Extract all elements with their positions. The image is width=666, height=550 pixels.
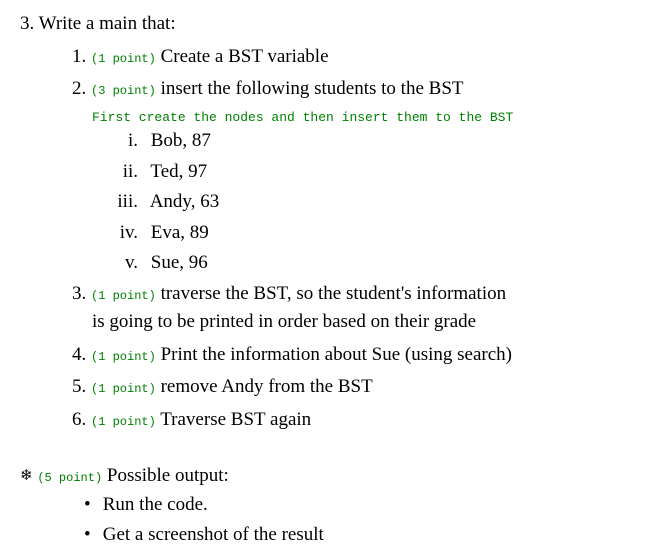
sub-item-1: 1. (1 point) Create a BST variable bbox=[72, 43, 646, 72]
points-3: (1 point) bbox=[91, 289, 156, 303]
points-4: (1 point) bbox=[91, 350, 156, 364]
sub-text-3: traverse the BST, so the student's infor… bbox=[161, 283, 507, 304]
points-1: (1 point) bbox=[91, 52, 156, 66]
sub-text-4: Print the information about Sue (using s… bbox=[161, 344, 512, 365]
sub-number-2: 2. bbox=[72, 78, 86, 99]
bullet-text-2: Get a screenshot of the result bbox=[103, 524, 324, 545]
student-text-5: Sue, 96 bbox=[151, 252, 208, 273]
bullet-1: • Run the code. bbox=[84, 491, 646, 520]
student-row-4: iv. Eva, 89 bbox=[110, 219, 646, 248]
sub-list: 1. (1 point) Create a BST variable 2. (3… bbox=[72, 43, 646, 435]
roman-marker-4: iv. bbox=[110, 219, 138, 248]
sub-number-4: 4. bbox=[72, 344, 86, 365]
student-row-2: ii. Ted, 97 bbox=[110, 158, 646, 187]
sub-number-1: 1. bbox=[72, 46, 86, 67]
student-row-3: iii. Andy, 63 bbox=[110, 188, 646, 217]
sub-text-1: Create a BST variable bbox=[161, 46, 329, 67]
gear-icon: ❄ bbox=[20, 465, 33, 488]
points-2: (3 point) bbox=[91, 84, 156, 98]
sub-text-5: remove Andy from the BST bbox=[161, 376, 373, 397]
bullet-2: • Get a screenshot of the result bbox=[84, 521, 646, 550]
roman-marker-3: iii. bbox=[110, 188, 138, 217]
sub-item-4: 4. (1 point) Print the information about… bbox=[72, 341, 646, 370]
students-list: i. Bob, 87 ii. Ted, 97 iii. Andy, 63 iv.… bbox=[110, 127, 646, 278]
sub-item-5: 5. (1 point) remove Andy from the BST bbox=[72, 373, 646, 402]
sub-number-5: 5. bbox=[72, 376, 86, 397]
main-question: 3. Write a main that: bbox=[20, 10, 646, 39]
sub-item-3: 3. (1 point) traverse the BST, so the st… bbox=[72, 280, 646, 337]
sub-item-2: 2. (3 point) insert the following studen… bbox=[72, 75, 646, 104]
roman-marker-1: i. bbox=[110, 127, 138, 156]
student-row-1: i. Bob, 87 bbox=[110, 127, 646, 156]
student-row-5: v. Sue, 96 bbox=[110, 249, 646, 278]
student-text-2: Ted, 97 bbox=[150, 161, 207, 182]
points-5: (1 point) bbox=[91, 382, 156, 396]
roman-marker-5: v. bbox=[110, 249, 138, 278]
output-section: ❄ (5 point) Possible output: • Run the c… bbox=[20, 462, 646, 550]
output-label: Possible output: bbox=[107, 465, 229, 486]
points-6: (1 point) bbox=[91, 415, 156, 429]
bullet-text-1: Run the code. bbox=[103, 494, 208, 515]
sub-text-6: Traverse BST again bbox=[160, 409, 311, 430]
roman-marker-2: ii. bbox=[110, 158, 138, 187]
main-text: Write a main that: bbox=[39, 13, 176, 34]
bullet-marker-1: • bbox=[84, 491, 98, 520]
sub-item-6: 6. (1 point) Traverse BST again bbox=[72, 406, 646, 435]
student-text-1: Bob, 87 bbox=[151, 130, 211, 151]
student-text-3: Andy, 63 bbox=[150, 191, 220, 212]
sub-text-2: insert the following students to the BST bbox=[161, 78, 464, 99]
main-number: 3. bbox=[20, 13, 34, 34]
sub-number-3: 3. bbox=[72, 283, 86, 304]
bullet-marker-2: • bbox=[84, 521, 98, 550]
note-text: First create the nodes and then insert t… bbox=[92, 108, 646, 128]
sub-number-6: 6. bbox=[72, 409, 86, 430]
output-points: (5 point) bbox=[37, 471, 102, 485]
output-bullets: • Run the code. • Get a screenshot of th… bbox=[84, 491, 646, 550]
sub-text-3-cont: is going to be printed in order based on… bbox=[92, 308, 646, 337]
student-text-4: Eva, 89 bbox=[151, 222, 209, 243]
